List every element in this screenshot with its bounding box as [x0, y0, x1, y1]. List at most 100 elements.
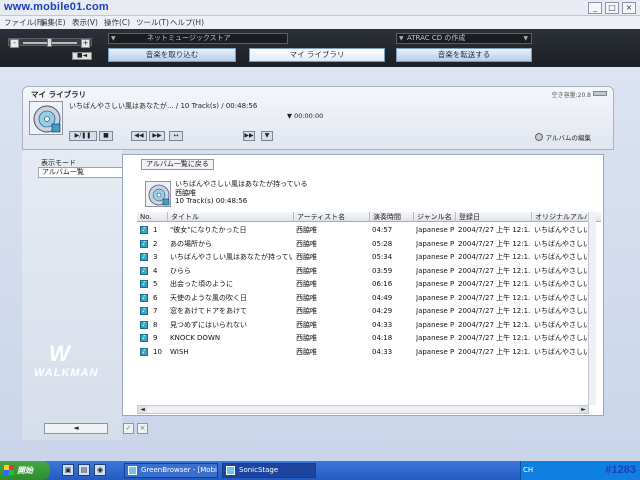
task-label: GreenBrowser - [Mobi...	[141, 466, 218, 474]
transfer-music-button[interactable]: 音楽を転送する	[396, 48, 532, 62]
taskbar-item-greenbrowser[interactable]: GreenBrowser - [Mobi...	[124, 463, 218, 478]
cell-genre: Japanese P...	[416, 334, 454, 342]
mode-dropdown-button[interactable]: ▼	[261, 131, 273, 141]
repeat-button[interactable]: ↔	[169, 131, 183, 141]
start-button[interactable]: 開始	[0, 461, 50, 480]
cell-time: 06:16	[372, 280, 393, 288]
cell-genre: Japanese P...	[416, 253, 454, 261]
volume-up-button[interactable]: +	[81, 39, 90, 48]
cancel-icon[interactable]: ×	[137, 423, 148, 434]
play-pause-button[interactable]: ▶/❚❚	[69, 131, 97, 141]
horizontal-scrollbar[interactable]: ◄ ►	[137, 405, 589, 414]
cell-title: 窓をあけてドアをあけて	[170, 307, 247, 315]
cell-date: 2004/7/27 上午 12:1...	[458, 266, 530, 275]
col-date[interactable]: 登録日	[455, 212, 531, 222]
cell-date: 2004/7/27 上午 12:1...	[458, 253, 530, 261]
library-panel: マイ ライブラリ 空き容量:20.8 いちばんやさしい風はあなたが... / 1…	[22, 86, 614, 150]
table-row[interactable]: ♪ 6 天使のような風の吹く日 西脇唯 04:49 Japanese P... 2004/7…	[137, 292, 601, 305]
quicklaunch-app-icon[interactable]: ▣	[62, 464, 74, 476]
cell-no: 4	[153, 266, 158, 275]
music-note-icon: ♪	[140, 347, 148, 356]
col-original-album[interactable]: オリジナルアルバム	[531, 212, 589, 222]
cell-artist: 西脇唯	[296, 320, 317, 329]
col-genre[interactable]: ジャンル名	[413, 212, 455, 222]
taskbar: 開始 ▣ ▤ ◉ GreenBrowser - [Mobi... SonicSt…	[0, 461, 640, 480]
check-icon[interactable]: ✓	[123, 423, 134, 434]
music-note-icon: ♪	[140, 266, 148, 275]
menu-file[interactable]: ファイル(F)	[4, 17, 44, 28]
greenbrowser-icon	[128, 466, 137, 475]
menu-control[interactable]: 操作(C)	[104, 17, 130, 28]
seek-button[interactable]: ▶▶	[243, 131, 255, 141]
store-caret-icon: ▼	[111, 35, 116, 42]
cell-genre: Japanese P...	[416, 307, 454, 315]
net-music-store-bar[interactable]: ▼ ネットミュージックストア	[108, 33, 288, 44]
menu-bar: ファイル(F) 編集(E) 表示(V) 操作(C) ツール(T) ヘルプ(H)	[0, 16, 640, 29]
cell-time: 05:28	[372, 239, 393, 248]
cell-time: 04:29	[372, 307, 393, 315]
cell-date: 2004/7/27 上午 12:1...	[458, 320, 530, 329]
cell-time: 04:33	[372, 320, 393, 329]
cell-date: 2004/7/27 上午 12:1...	[458, 347, 530, 356]
table-row[interactable]: ♪ 3 いちばんやさしい風はあなたが持っている西脇唯 05:34 Japanese P.…	[137, 251, 601, 264]
menu-tools[interactable]: ツール(T)	[136, 17, 169, 28]
col-title[interactable]: タイトル	[167, 212, 293, 222]
cell-album: いちばんやさしい風...	[534, 307, 588, 315]
back-button[interactable]: ◄	[44, 423, 108, 434]
watermark-bottom: #1283	[605, 464, 636, 476]
menu-edit[interactable]: 編集(E)	[40, 17, 66, 28]
taskbar-item-sonicstage[interactable]: SonicStage	[222, 463, 316, 478]
cell-no: 6	[153, 293, 158, 302]
cell-no: 1	[153, 226, 158, 234]
language-indicator[interactable]: CH	[523, 466, 533, 474]
col-duration[interactable]: 演奏時間	[369, 212, 413, 222]
music-note-icon: ♪	[140, 334, 148, 342]
table-row[interactable]: ♪ 8 見つめずにはいられない 西脇唯 04:33 Japanese P... 2004/7…	[137, 319, 601, 332]
col-no[interactable]: No.	[137, 212, 167, 222]
cell-title: ひらら	[170, 266, 191, 275]
scroll-left-icon[interactable]: ◄	[138, 406, 147, 413]
quicklaunch-desktop-icon[interactable]: ▤	[78, 464, 90, 476]
menu-view[interactable]: 表示(V)	[72, 17, 98, 28]
table-row[interactable]: ♪ 2 あの場所から 西脇唯 05:28 Japanese P... 2004/7/27 上…	[137, 238, 601, 251]
quicklaunch-browser-icon[interactable]: ◉	[94, 464, 106, 476]
back-to-album-list-button[interactable]: アルバム一覧に戻る	[141, 159, 214, 170]
mute-button[interactable]: ■◄	[72, 52, 92, 60]
panel-title: マイ ライブラリ	[31, 90, 87, 99]
cell-no: 10	[153, 347, 162, 356]
volume-slider[interactable]: - +	[8, 38, 92, 48]
scroll-right-icon[interactable]: ►	[579, 406, 588, 413]
vertical-scrollbar[interactable]	[588, 212, 596, 405]
minimize-button[interactable]: _	[588, 2, 602, 14]
table-row[interactable]: ♪ 4 ひらら 西脇唯 03:59 Japanese P... 2004/7/27 上午 1…	[137, 265, 601, 278]
music-note-icon: ♪	[140, 280, 148, 288]
next-button[interactable]: ▶▶	[149, 131, 165, 141]
view-mode-value: アルバム一覧	[42, 168, 84, 176]
music-note-icon: ♪	[140, 293, 148, 302]
my-library-button[interactable]: マイ ライブラリ	[249, 48, 385, 62]
table-row[interactable]: ♪ 10 WISH 西脇唯 04:33 Japanese P... 2004/7/27 上午…	[137, 346, 601, 359]
close-button[interactable]: ×	[622, 2, 636, 14]
atrac-cd-bar[interactable]: ▼ ATRAC CD の作成 ▼	[396, 33, 532, 44]
table-row[interactable]: ♪ 5 出会った頃のように 西脇唯 06:16 Japanese P... 2004/7/2…	[137, 278, 601, 291]
volume-knob[interactable]	[47, 38, 52, 47]
maximize-button[interactable]: □	[605, 2, 619, 14]
cd-icon	[29, 101, 63, 135]
menu-help[interactable]: ヘルプ(H)	[170, 17, 204, 28]
table-row[interactable]: ♪ 9 KNOCK DOWN 西脇唯 04:18 Japanese P... 2004/7/…	[137, 332, 601, 345]
playback-time: ▼ 00:00:00	[287, 112, 324, 120]
table-row[interactable]: ♪ 1 "彼女"になりたかった日 西脇唯 04:57 Japanese P... 2004/…	[137, 224, 601, 237]
table-row[interactable]: ♪ 7 窓をあけてドアをあけて 西脇唯 04:29 Japanese P... 2004/7…	[137, 305, 601, 318]
volume-down-button[interactable]: -	[10, 39, 19, 48]
cell-album: いちばんやさしい風...	[534, 320, 588, 329]
col-artist[interactable]: アーティスト名	[293, 212, 369, 222]
title-bar: www.mobile01.com _ □ ×	[0, 0, 640, 16]
album-edit-button[interactable]: アルバムの編集	[534, 132, 591, 142]
album-meta: 10 Track(s) 00:48:56	[175, 197, 248, 205]
cell-title: KNOCK DOWN	[170, 334, 221, 342]
table-header: No. タイトル アーティスト名 演奏時間 ジャンル名 登録日 オリジナルアルバ…	[137, 212, 601, 222]
cell-artist: 西脇唯	[296, 226, 317, 234]
previous-button[interactable]: ◀◀	[131, 131, 147, 141]
import-music-button[interactable]: 音楽を取り込む	[108, 48, 236, 62]
stop-button[interactable]: ■	[99, 131, 113, 141]
